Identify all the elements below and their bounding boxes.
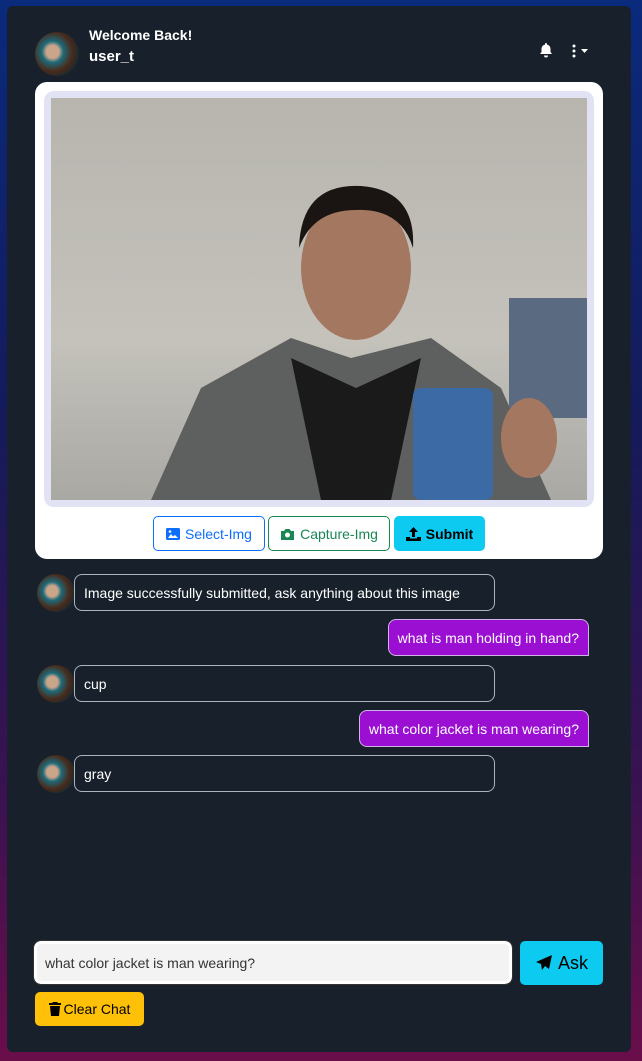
bot-message: gray: [74, 755, 495, 792]
send-icon: [535, 955, 552, 970]
ask-label: Ask: [557, 952, 588, 973]
ask-button[interactable]: Ask: [520, 941, 603, 985]
submit-button[interactable]: Submit: [394, 516, 485, 551]
username: user_t: [89, 48, 135, 65]
more-menu-icon[interactable]: [571, 44, 593, 63]
clear-chat-button[interactable]: Clear Chat: [35, 992, 144, 1026]
submit-label: Submit: [425, 525, 474, 542]
question-input[interactable]: [33, 940, 513, 985]
bell-icon[interactable]: [539, 43, 553, 63]
select-img-button[interactable]: Select-Img: [153, 516, 265, 551]
uploaded-photo: [51, 98, 587, 500]
capture-img-label: Capture-Img: [300, 525, 378, 542]
trash-icon: [48, 1002, 61, 1016]
image-frame: [44, 91, 594, 507]
welcome-text: Welcome Back!: [89, 27, 193, 43]
bot-avatar: [37, 755, 75, 793]
user-message: what color jacket is man wearing?: [358, 710, 589, 747]
image-card: Select-Img Capture-Img Submit: [35, 82, 603, 559]
select-img-label: Select-Img: [185, 525, 252, 542]
bot-message: cup: [74, 665, 495, 702]
upload-icon: [405, 526, 421, 541]
camera-icon: [281, 528, 295, 540]
image-icon: [166, 527, 181, 540]
chat-card: Welcome Back! user_t Select-Img Capture-…: [7, 6, 631, 1052]
clear-chat-label: Clear Chat: [63, 1001, 131, 1017]
bot-message: Image successfully submitted, ask anythi…: [74, 574, 495, 611]
capture-img-button[interactable]: Capture-Img: [268, 516, 390, 551]
bot-avatar: [37, 665, 75, 703]
user-message: what is man holding in hand?: [387, 619, 589, 656]
bot-avatar: [37, 574, 75, 612]
avatar: [35, 32, 79, 76]
